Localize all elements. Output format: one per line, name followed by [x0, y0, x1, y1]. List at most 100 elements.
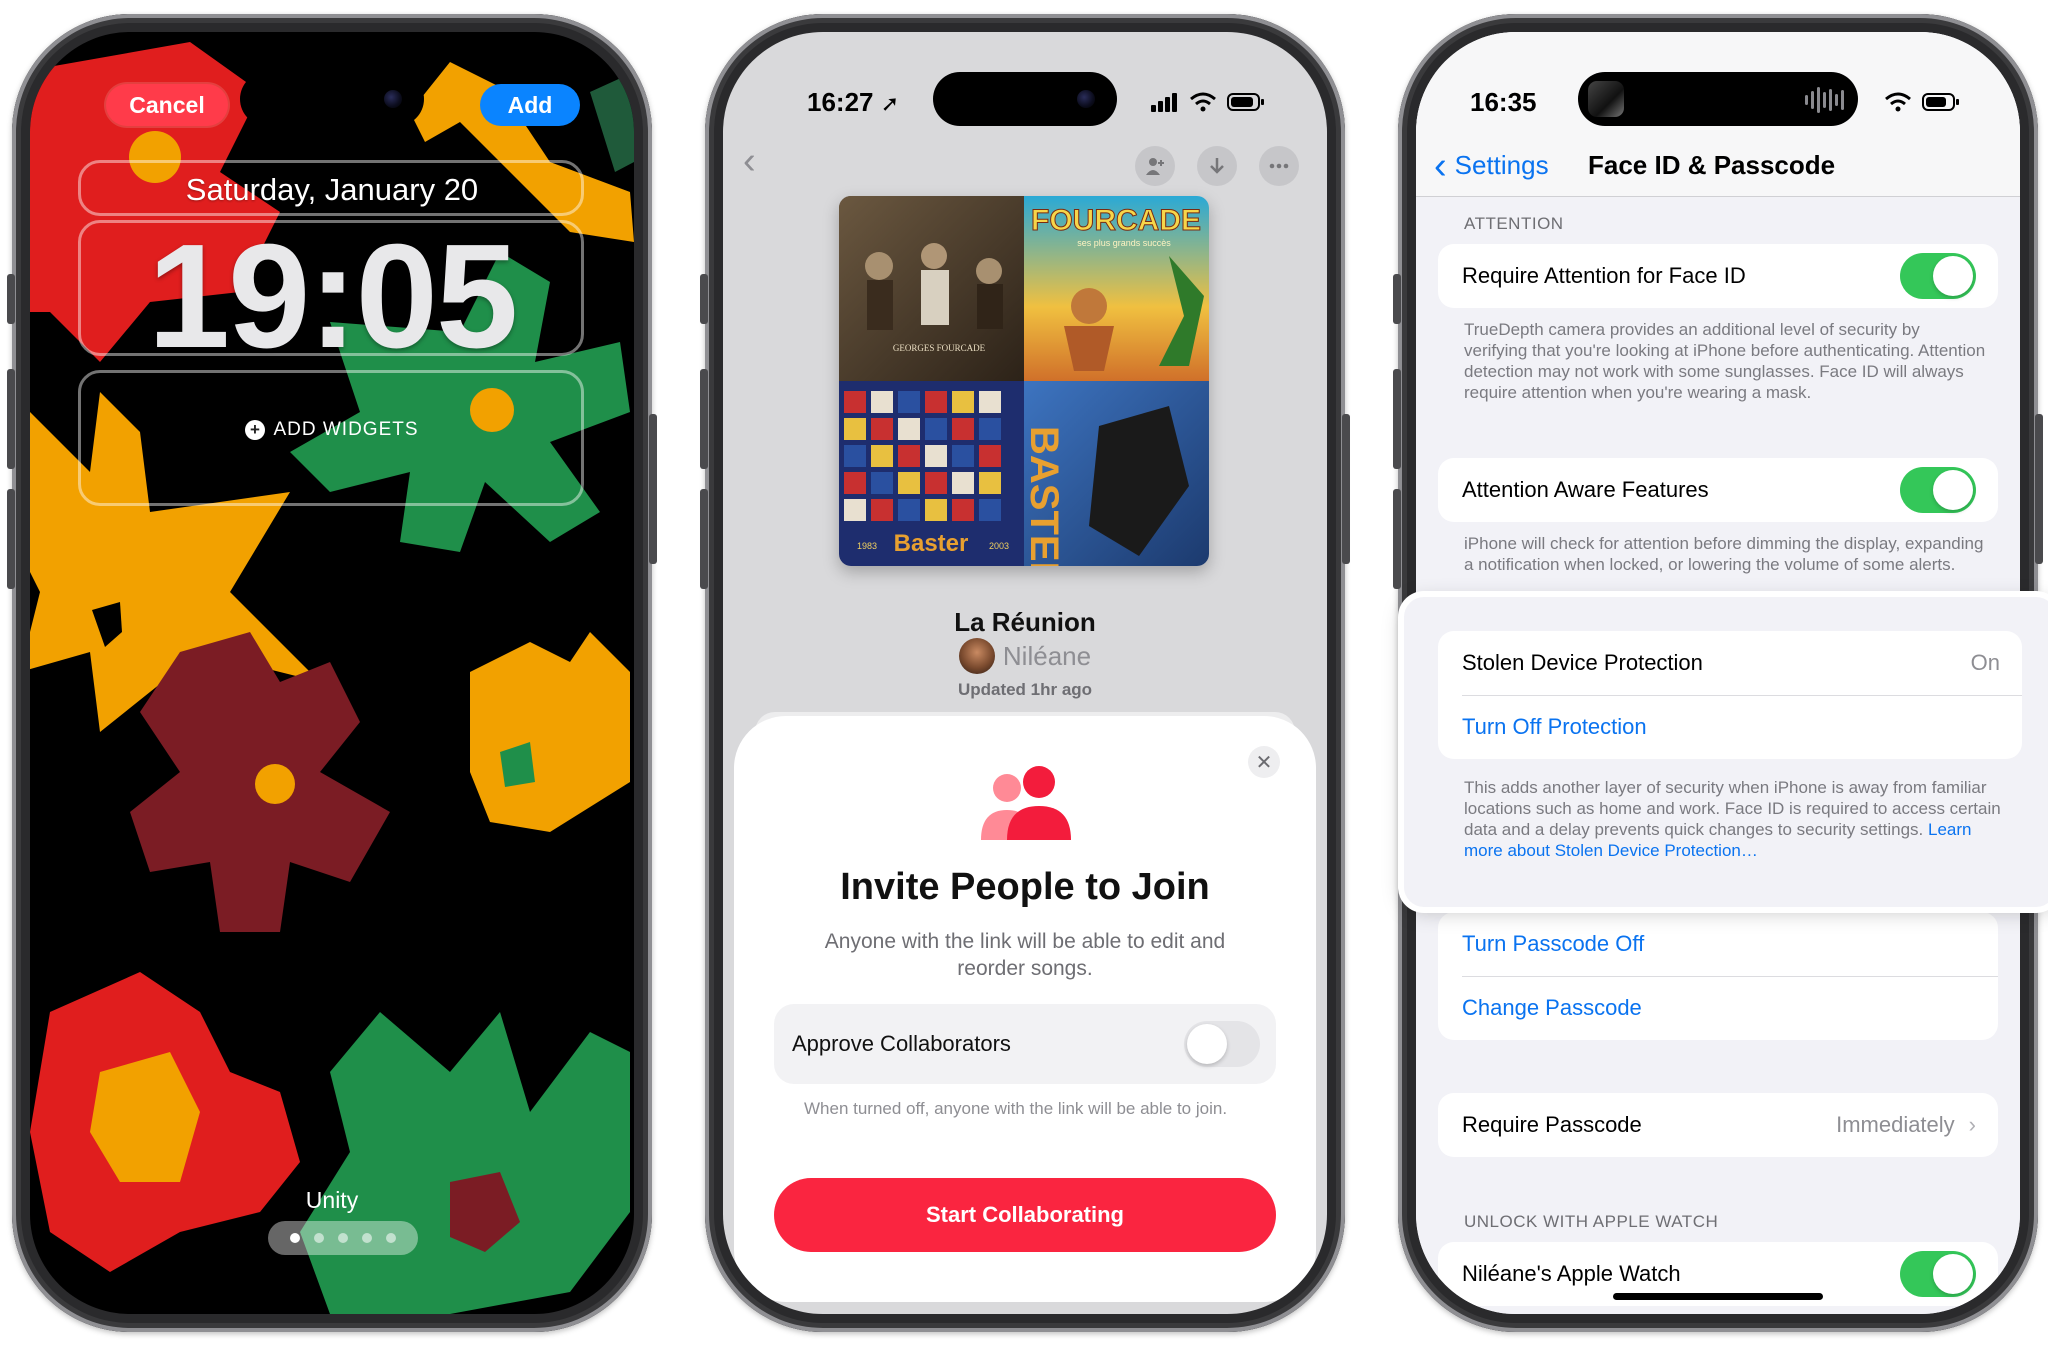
wifi-icon	[1885, 92, 1911, 112]
attention-aware-row: Attention Aware Features	[1438, 458, 1998, 522]
attention-aware-label: Attention Aware Features	[1462, 477, 1709, 502]
music-screen: 16:27 ➚ ‹ GEORGES FOURCADE FOURCADE ses …	[723, 32, 1327, 1314]
cellular-icon	[1151, 93, 1177, 112]
download-icon[interactable]	[1197, 146, 1237, 186]
lock-time: 19:05	[147, 214, 519, 379]
require-attention-note: TrueDepth camera provides an additional …	[1464, 320, 1986, 402]
home-indicator	[1613, 1293, 1823, 1300]
volume-down-button	[700, 489, 708, 589]
stolen-device-note-text: This adds another layer of security when…	[1464, 778, 2001, 839]
lockscreen: Cancel Add Saturday, January 20 19:05 + …	[30, 32, 634, 1314]
require-attention-toggle[interactable]	[1900, 253, 1976, 299]
attention-aware-note: iPhone will check for attention before d…	[1464, 534, 1984, 574]
approve-toggle[interactable]	[1184, 1021, 1260, 1067]
nav-actions	[1135, 146, 1299, 186]
require-passcode-card: Require Passcode Immediately ›	[1438, 1093, 1998, 1157]
attention-aware-toggle[interactable]	[1900, 467, 1976, 513]
lock-date: Saturday, January 20	[185, 172, 479, 207]
start-collaborating-button[interactable]: Start Collaborating	[774, 1178, 1276, 1252]
require-attention-row: Require Attention for Face ID	[1438, 244, 1998, 308]
side-button	[2035, 414, 2043, 564]
playlist-updated: Updated 1hr ago	[957, 680, 1093, 699]
apple-watch-toggle[interactable]	[1900, 1251, 1976, 1297]
stolen-device-card: Stolen Device Protection On Turn Off Pro…	[1438, 631, 2022, 759]
stolen-device-value: On	[1970, 650, 2000, 675]
status-icons	[1884, 92, 1960, 112]
location-arrow-icon: ➚	[880, 91, 900, 116]
wallpaper-pager[interactable]	[268, 1221, 418, 1255]
playlist-artwork[interactable]: GEORGES FOURCADE FOURCADE ses plus grand…	[839, 196, 1209, 566]
battery-icon	[1227, 93, 1264, 111]
page-dot	[386, 1233, 396, 1243]
plus-icon: +	[245, 420, 266, 440]
artwork-mosaic: GEORGES FOURCADE FOURCADE ses plus grand…	[839, 196, 1209, 566]
status-time: 16:35	[1470, 87, 1537, 117]
stolen-device-highlight: Stolen Device Protection On Turn Off Pro…	[1404, 597, 2048, 907]
owner-name: Niléane	[1002, 640, 1092, 671]
page-dot	[314, 1233, 324, 1243]
action-button	[7, 274, 15, 324]
page-dot	[362, 1233, 372, 1243]
volume-down-button	[1393, 489, 1401, 589]
require-passcode-label: Require Passcode	[1462, 1112, 1642, 1137]
section-header-attention: ATTENTION	[1464, 214, 1564, 233]
volume-up-button	[700, 369, 708, 469]
page-dot	[338, 1233, 348, 1243]
action-button	[700, 274, 708, 324]
stolen-device-note: This adds another layer of security when…	[1464, 777, 2006, 861]
volume-up-button	[7, 369, 15, 469]
chevron-left-icon: ‹	[1434, 144, 1447, 187]
battery-icon	[1922, 93, 1959, 111]
dynamic-island	[1578, 72, 1858, 126]
artwork-text-fourcade: FOURCADE	[1031, 204, 1201, 237]
artwork-text-year-end: 2003	[989, 541, 1009, 551]
now-playing-artwork	[1588, 81, 1624, 117]
playlist-owner[interactable]: Niléane	[723, 638, 1327, 674]
dynamic-island	[933, 72, 1117, 126]
artwork-text-fourcade-sub: ses plus grands succès	[1077, 238, 1171, 248]
back-button[interactable]: ‹ Settings	[1434, 144, 1549, 187]
approve-label: Approve Collaborators	[792, 1031, 1011, 1056]
status-time: 16:27 ➚	[807, 87, 899, 118]
require-passcode-row[interactable]: Require Passcode Immediately ›	[1438, 1093, 1998, 1157]
add-widgets-label: ADD WIDGETS	[273, 419, 419, 440]
action-button	[1393, 274, 1401, 324]
approve-collaborators-row: Approve Collaborators	[774, 1004, 1276, 1084]
settings-screen: 16:35 ‹ Settings Face ID & Passcode ATTE…	[1404, 32, 2048, 1314]
section-header-apple-watch: UNLOCK WITH APPLE WATCH	[1464, 1212, 1719, 1231]
add-person-icon[interactable]	[1135, 146, 1175, 186]
apple-watch-label: Niléane's Apple Watch	[1462, 1261, 1681, 1286]
front-camera	[384, 90, 402, 108]
playlist-title: La Réunion	[954, 607, 1096, 637]
waveform-icon	[1805, 87, 1844, 113]
side-button	[649, 414, 657, 564]
page-dot	[290, 1233, 300, 1243]
stolen-device-row[interactable]: Stolen Device Protection On	[1438, 631, 2022, 695]
avatar	[958, 638, 995, 674]
require-attention-label: Require Attention for Face ID	[1462, 263, 1746, 288]
require-passcode-value: Immediately	[1836, 1112, 1955, 1137]
artwork-text-georges: GEORGES FOURCADE	[893, 343, 986, 353]
phone-faceid-settings: 16:35 ‹ Settings Face ID & Passcode ATTE…	[1393, 14, 2048, 1332]
artwork-text-baster-small: Baster	[894, 530, 969, 557]
add-button[interactable]: Add	[480, 84, 580, 126]
volume-up-button	[1393, 369, 1401, 469]
more-icon[interactable]	[1259, 146, 1299, 186]
chevron-left-icon[interactable]: ‹	[743, 140, 756, 183]
turn-passcode-off-row[interactable]: Turn Passcode Off	[1438, 912, 1998, 976]
attention-aware-card: Attention Aware Features	[1438, 458, 1998, 522]
front-camera	[1077, 90, 1095, 108]
passcode-card: Turn Passcode Off Change Passcode	[1438, 912, 1998, 1040]
people-icon	[981, 766, 1071, 840]
chevron-right-icon: ›	[1968, 1112, 1976, 1137]
cancel-button[interactable]: Cancel	[106, 84, 228, 126]
phone-music-collab: 16:27 ➚ ‹ GEORGES FOURCADE FOURCADE ses …	[700, 14, 1350, 1332]
artwork-text-baster-vertical: BASTER	[1022, 426, 1066, 566]
close-icon[interactable]: ✕	[1248, 746, 1280, 778]
add-widgets-button[interactable]: + ADD WIDGETS	[30, 419, 634, 441]
turn-off-protection-row[interactable]: Turn Off Protection	[1438, 695, 2022, 759]
status-time-text: 16:27	[807, 87, 874, 117]
side-button	[1342, 414, 1350, 564]
page-title: Face ID & Passcode	[1588, 150, 1836, 180]
change-passcode-row[interactable]: Change Passcode	[1438, 976, 1998, 1040]
